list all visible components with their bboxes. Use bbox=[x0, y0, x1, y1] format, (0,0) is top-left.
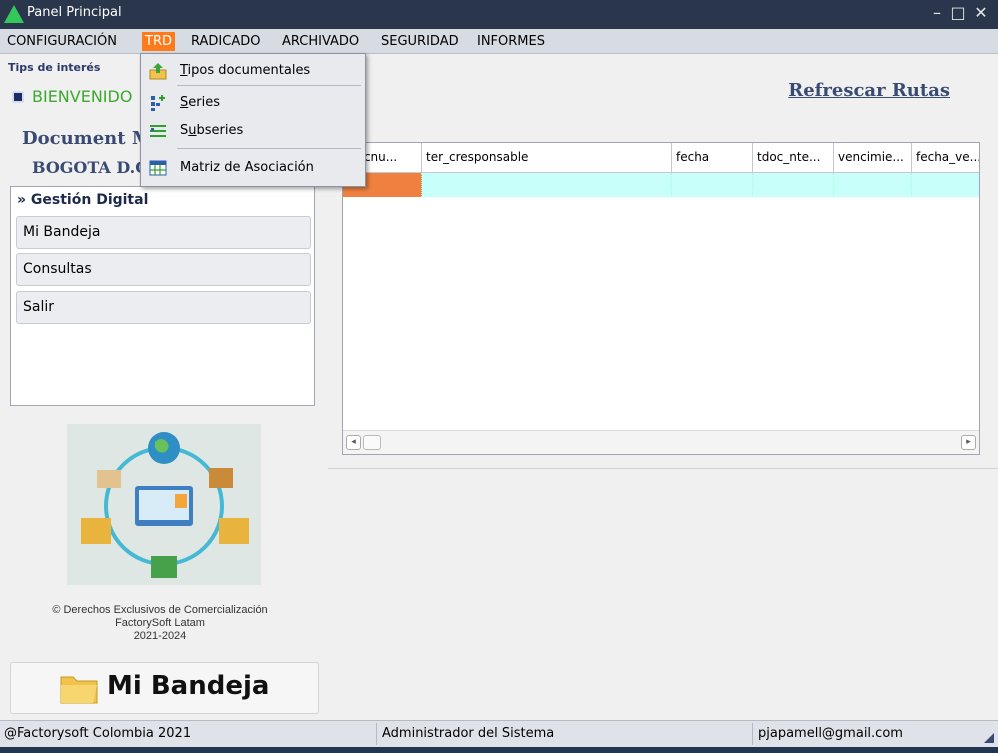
scroll-right-icon[interactable]: ▸ bbox=[961, 435, 976, 450]
app-logo-icon bbox=[4, 5, 24, 23]
menu-item-series[interactable]: Series bbox=[141, 90, 365, 116]
menu-archivado[interactable]: ARCHIVADO bbox=[279, 32, 362, 51]
bullet-icon bbox=[12, 91, 24, 103]
window-title: Panel Principal bbox=[27, 5, 122, 20]
trd-dropdown-menu: Tipos documentales Series Subseries Matr… bbox=[140, 53, 366, 187]
menu-separator bbox=[177, 148, 361, 149]
status-divider bbox=[752, 723, 753, 745]
menu-informes[interactable]: INFORMES bbox=[474, 32, 548, 51]
mi-bandeja-large-button[interactable]: Mi Bandeja bbox=[10, 662, 319, 714]
menu-item-subseries[interactable]: Subseries bbox=[141, 118, 365, 144]
list-add-icon bbox=[150, 125, 166, 137]
col-header[interactable]: vencimie... bbox=[834, 143, 912, 172]
folder-icon bbox=[60, 676, 98, 704]
doc-subtitle: BOGOTA D.C bbox=[32, 158, 148, 177]
table-cell[interactable] bbox=[834, 173, 912, 197]
digital-management-panel: » Gestión Digital Mi Bandeja Consultas S… bbox=[10, 186, 315, 406]
status-company: @Factorysoft Colombia 2021 bbox=[4, 726, 192, 741]
grid-table-icon bbox=[149, 160, 167, 176]
table-row[interactable] bbox=[343, 173, 979, 197]
welcome-text: BIENVENIDO bbox=[12, 87, 132, 106]
records-grid[interactable]: di_cnu... ter_cresponsable fecha tdoc_nt… bbox=[342, 142, 980, 455]
mi-bandeja-button[interactable]: Mi Bandeja bbox=[16, 216, 311, 249]
chevron-down-icon: » bbox=[17, 192, 27, 208]
horizontal-scrollbar[interactable]: ◂ ▸ bbox=[343, 430, 979, 454]
scroll-left-icon[interactable]: ◂ bbox=[346, 435, 361, 450]
maximize-icon[interactable]: □ bbox=[949, 3, 967, 22]
scroll-thumb[interactable] bbox=[363, 435, 381, 450]
refresh-routes-link[interactable]: Refrescar Rutas bbox=[788, 80, 950, 101]
menu-trd[interactable]: TRD bbox=[142, 32, 175, 51]
detail-panel bbox=[328, 468, 998, 720]
tips-label: Tips de interés bbox=[8, 61, 101, 74]
col-header[interactable]: ter_cresponsable bbox=[422, 143, 672, 172]
status-bar: @Factorysoft Colombia 2021 Administrador… bbox=[0, 720, 998, 747]
tree-add-icon bbox=[151, 95, 165, 111]
menu-item-matriz-asociacion[interactable]: Matriz de Asociación bbox=[141, 155, 365, 181]
resize-grip-icon[interactable] bbox=[984, 733, 994, 743]
col-header[interactable]: fecha bbox=[672, 143, 753, 172]
copyright-notice: © Derechos Exclusivos de Comercializació… bbox=[52, 604, 268, 642]
close-icon[interactable]: ✕ bbox=[972, 3, 990, 22]
digital-docs-illustration bbox=[67, 424, 261, 585]
table-cell[interactable] bbox=[672, 173, 753, 197]
doc-title: Document M bbox=[22, 128, 152, 149]
status-divider bbox=[376, 723, 377, 745]
status-email: pjapamell@gmail.com bbox=[758, 726, 903, 741]
salir-button[interactable]: Salir bbox=[16, 291, 311, 324]
consultas-button[interactable]: Consultas bbox=[16, 253, 311, 286]
document-upload-icon bbox=[149, 63, 167, 80]
menu-item-tipos-documentales[interactable]: Tipos documentales bbox=[141, 58, 365, 84]
table-cell[interactable] bbox=[422, 173, 672, 197]
menu-seguridad[interactable]: SEGURIDAD bbox=[378, 32, 462, 51]
title-bar: Panel Principal – □ ✕ bbox=[0, 0, 998, 29]
grid-header: di_cnu... ter_cresponsable fecha tdoc_nt… bbox=[343, 143, 979, 173]
menu-radicado[interactable]: RADICADO bbox=[188, 32, 263, 51]
table-cell[interactable] bbox=[753, 173, 834, 197]
col-header[interactable]: tdoc_nte... bbox=[753, 143, 834, 172]
col-header[interactable]: fecha_ve... bbox=[912, 143, 979, 172]
minimize-icon[interactable]: – bbox=[928, 3, 946, 22]
mi-bandeja-large-label: Mi Bandeja bbox=[107, 671, 270, 701]
menu-configuracion[interactable]: CONFIGURACIÓN bbox=[4, 32, 120, 51]
menu-bar: CONFIGURACIÓN TRD RADICADO ARCHIVADO SEG… bbox=[0, 29, 998, 54]
group-header-gestion[interactable]: » Gestión Digital bbox=[17, 192, 148, 208]
menu-separator bbox=[177, 85, 361, 86]
copyright-icon: © bbox=[52, 604, 61, 616]
window-frame-bottom bbox=[0, 747, 998, 753]
status-user-role: Administrador del Sistema bbox=[382, 726, 555, 741]
